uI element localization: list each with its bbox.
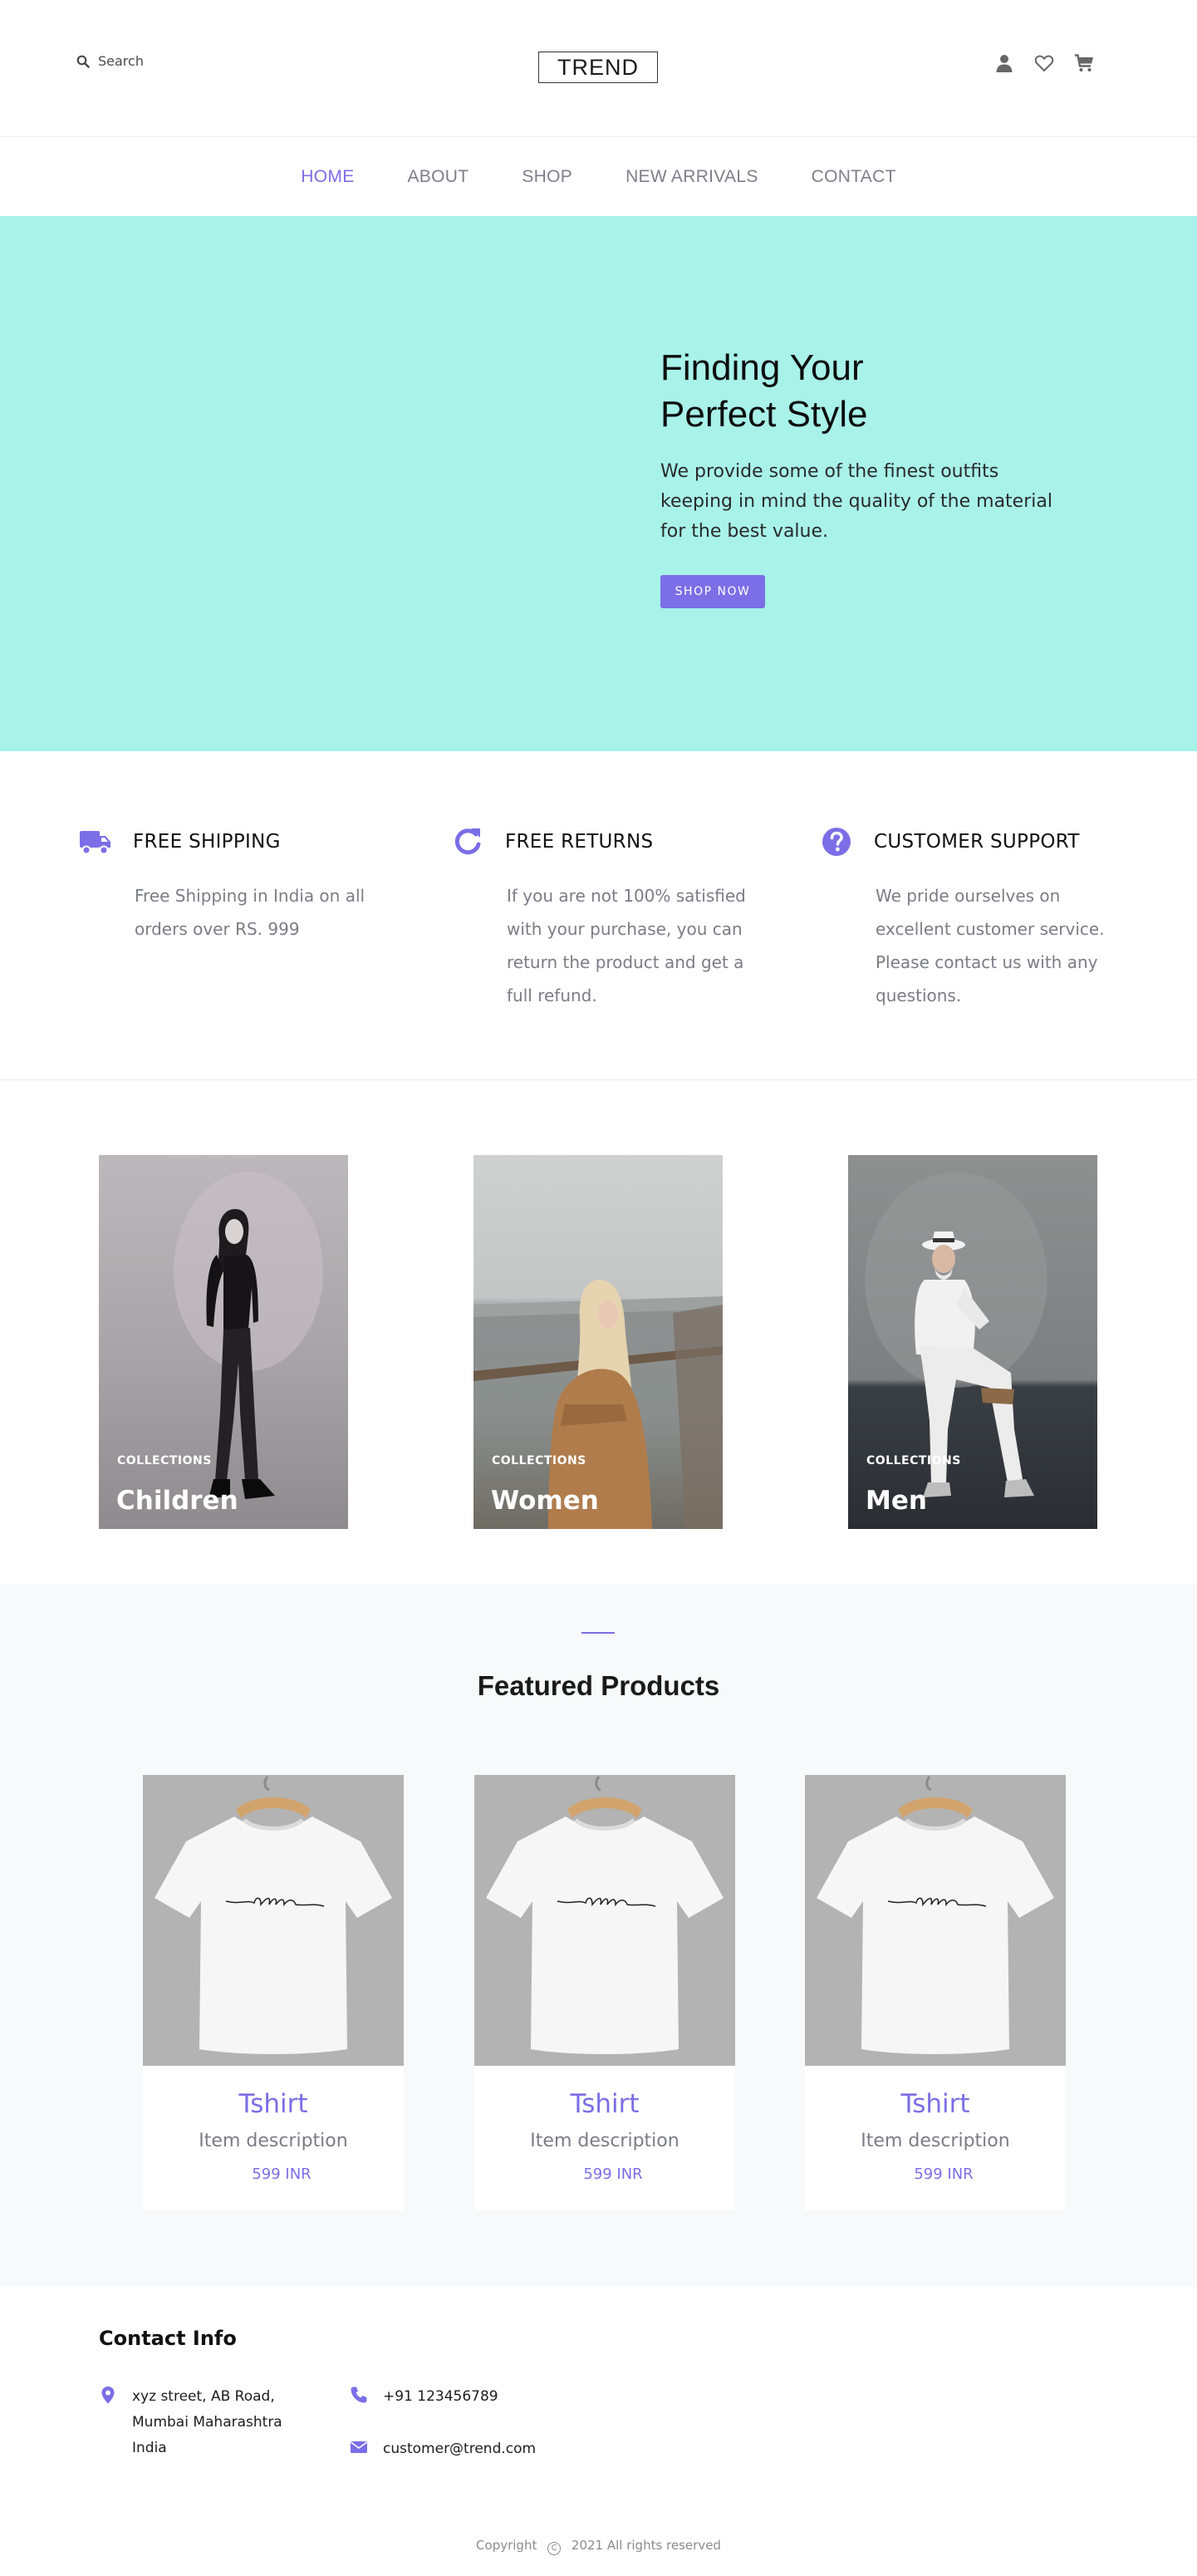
collection-name: Women — [491, 1486, 599, 1516]
heart-icon — [1034, 55, 1054, 72]
collection-name: Men — [866, 1486, 927, 1516]
nav-new-arrivals[interactable]: NEW ARRIVALS — [625, 167, 758, 187]
tshirt-image — [155, 1776, 392, 2054]
product-description: Item description — [199, 2131, 348, 2151]
product-image — [474, 1775, 735, 2066]
search-box[interactable]: Search — [76, 53, 144, 69]
wishlist-button[interactable] — [1033, 52, 1056, 75]
feature-description: We pride ourselves on excellent customer… — [876, 886, 1105, 1005]
collection-card-men[interactable]: COLLECTIONS Men — [848, 1155, 1097, 1529]
nav-shop[interactable]: SHOP — [522, 167, 572, 187]
feature-title: FREE RETURNS — [505, 831, 654, 853]
collection-card-women[interactable]: COLLECTIONS Women — [473, 1155, 723, 1529]
feature-icon-wrap — [817, 823, 856, 861]
product-name: Tshirt — [900, 2089, 970, 2119]
nav-about[interactable]: ABOUT — [408, 167, 469, 187]
copyright-symbol-icon: C — [547, 2542, 562, 2555]
truck-icon — [80, 831, 110, 855]
cart-button[interactable] — [1072, 52, 1096, 75]
collection-card-children[interactable]: COLLECTIONS Children — [99, 1155, 348, 1529]
feature-customer-support: CUSTOMER SUPPORT We pride ourselves on e… — [817, 823, 1116, 1012]
product-price: 599 INR — [914, 2166, 974, 2183]
site-header: Search TREND — [0, 0, 1197, 137]
feature-title: CUSTOMER SUPPORT — [874, 831, 1080, 853]
contact-email[interactable]: customer@trend.com — [350, 2436, 536, 2462]
logo[interactable]: TREND — [538, 52, 658, 83]
product-card[interactable]: Tshirt Item description 599 INR — [143, 1775, 404, 2210]
contact-phone[interactable]: +91 123456789 — [350, 2384, 498, 2410]
collection-photo-men — [865, 1172, 1047, 1497]
hero-text: We provide some of the finest outfits ke… — [660, 461, 1052, 542]
feature-description: Free Shipping in India on all orders ove… — [135, 886, 365, 939]
product-card[interactable]: Tshirt Item description 599 INR — [805, 1775, 1066, 2210]
copyright-year: 2021 All rights reserved — [571, 2538, 721, 2553]
product-card[interactable]: Tshirt Item description 599 INR — [474, 1775, 735, 2210]
page: Search TREND HOME ABOUT SHOP NEW ARRIVAL… — [0, 0, 1197, 2576]
collection-name: Children — [116, 1486, 238, 1516]
section-divider — [581, 1632, 615, 1634]
featured-products-section: Featured Products Tshirt Item descriptio… — [0, 1584, 1197, 2287]
email-address: customer@trend.com — [383, 2441, 537, 2457]
user-icon — [996, 55, 1013, 72]
features-section: FREE SHIPPING Free Shipping in India on … — [0, 751, 1197, 1080]
search-icon — [76, 55, 90, 68]
collection-tag: COLLECTIONS — [492, 1454, 586, 1467]
product-description: Item description — [861, 2131, 1010, 2151]
featured-heading: Featured Products — [477, 1670, 720, 1701]
product-image — [805, 1775, 1066, 2066]
feature-icon-wrap — [76, 823, 115, 861]
hero-title-line1: Finding Your — [660, 347, 864, 388]
tshirt-image — [817, 1776, 1054, 2054]
product-image — [143, 1775, 404, 2066]
collection-tag: COLLECTIONS — [866, 1454, 961, 1467]
product-name: Tshirt — [238, 2089, 308, 2119]
product-price: 599 INR — [252, 2166, 312, 2183]
shop-now-button[interactable]: SHOP NOW — [660, 575, 765, 608]
nav-contact[interactable]: CONTACT — [812, 167, 896, 187]
map-pin-icon — [101, 2387, 115, 2404]
address-line-3: India — [132, 2440, 167, 2456]
feature-free-shipping: FREE SHIPPING Free Shipping in India on … — [76, 823, 375, 946]
address-line-1: xyz street, AB Road, — [132, 2388, 275, 2405]
contact-address: xyz street, AB Road, Mumbai Maharashtra … — [99, 2384, 282, 2461]
collections-section: COLLECTIONS Children COLLECTIONS Women C… — [0, 1080, 1197, 1584]
feature-free-returns: FREE RETURNS If you are not 100% satisfi… — [449, 823, 748, 1012]
collection-tag: COLLECTIONS — [117, 1454, 212, 1467]
hero-banner: Finding Your Perfect Style We provide so… — [0, 216, 1197, 751]
main-nav: HOME ABOUT SHOP NEW ARRIVALS CONTACT — [0, 138, 1197, 216]
copyright: Copyright C 2021 All rights reserved — [0, 2538, 1197, 2555]
phone-icon — [351, 2387, 367, 2403]
header-icons — [993, 52, 1096, 75]
collection-photo-women — [473, 1280, 723, 1529]
nav-home[interactable]: HOME — [301, 167, 354, 187]
tshirt-image — [486, 1776, 724, 2054]
refresh-icon — [454, 828, 481, 855]
phone-number: +91 123456789 — [383, 2388, 498, 2405]
cart-icon — [1075, 54, 1093, 71]
collection-photo-children — [174, 1172, 323, 1499]
envelope-icon — [351, 2441, 367, 2453]
feature-description: If you are not 100% satisfied with your … — [507, 886, 746, 1005]
copyright-label: Copyright — [476, 2538, 537, 2553]
contact-section: Contact Info xyz street, AB Road, Mumbai… — [0, 2287, 1197, 2576]
product-name: Tshirt — [570, 2089, 640, 2119]
question-circle-icon — [822, 828, 851, 856]
product-description: Item description — [530, 2131, 679, 2151]
search-label: Search — [98, 53, 144, 69]
feature-icon-wrap — [449, 823, 487, 861]
contact-heading: Contact Info — [99, 2327, 237, 2350]
hero-title-line2: Perfect Style — [660, 394, 868, 435]
feature-title: FREE SHIPPING — [133, 831, 281, 853]
account-button[interactable] — [993, 52, 1016, 75]
address-line-2: Mumbai Maharashtra — [132, 2414, 282, 2431]
hero-title: Finding Your Perfect Style — [660, 345, 1059, 438]
product-price: 599 INR — [583, 2166, 643, 2183]
